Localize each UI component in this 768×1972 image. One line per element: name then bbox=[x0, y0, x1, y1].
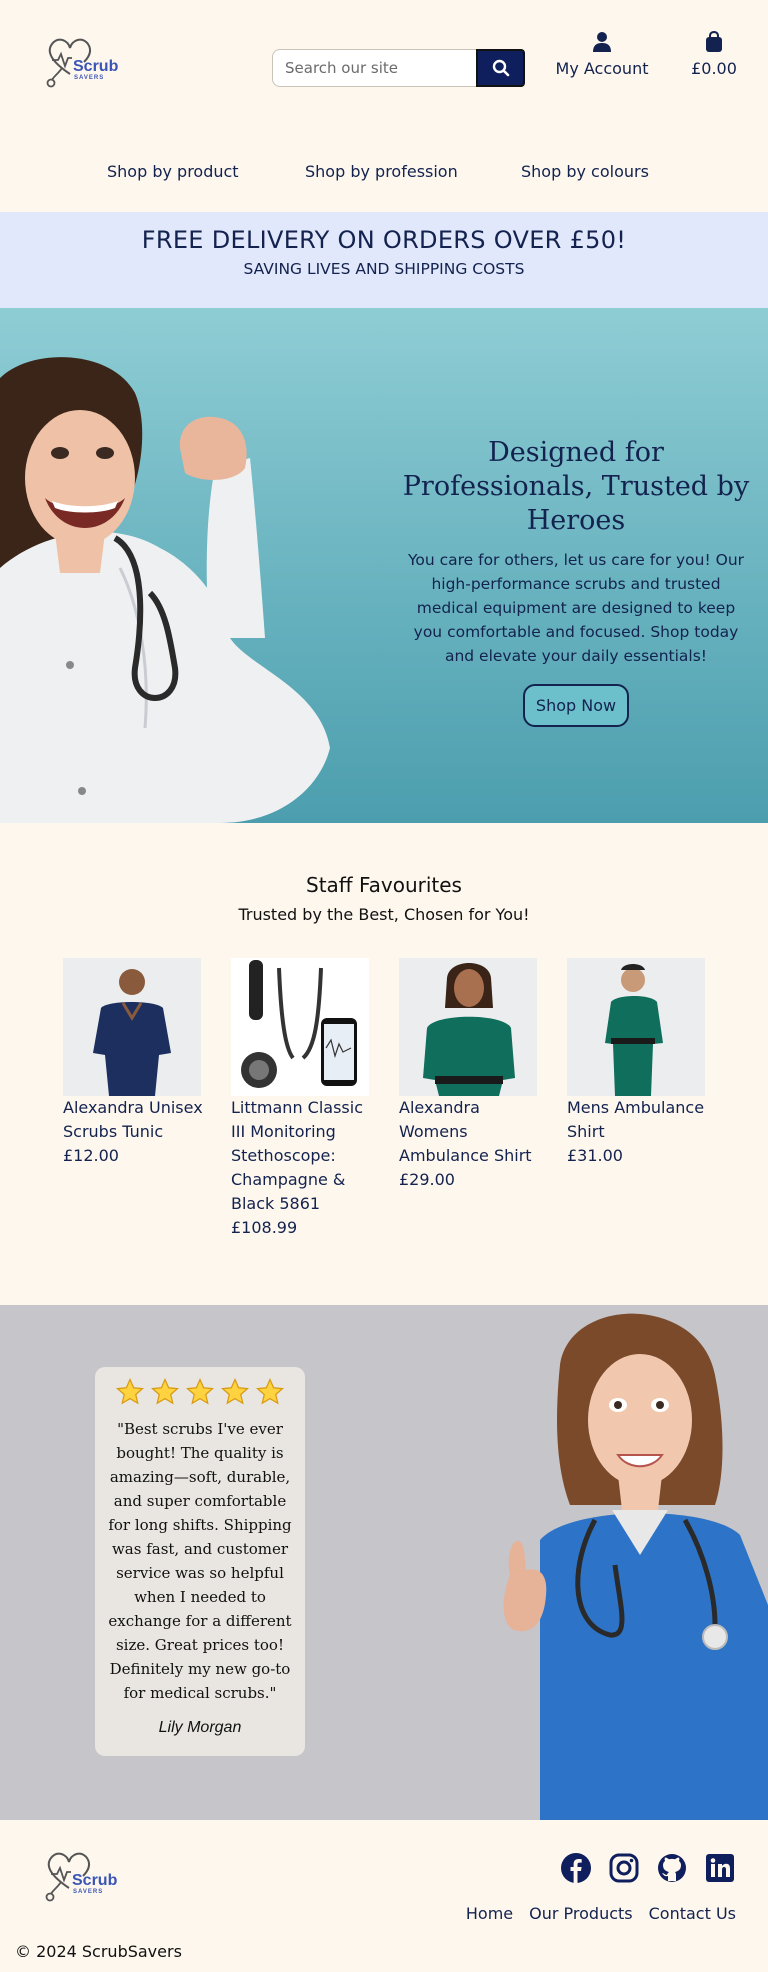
product-image-mens-shirt bbox=[567, 958, 705, 1096]
product-card[interactable]: Mens Ambulance Shirt £31.00 bbox=[567, 958, 707, 1168]
logo-subtext: SAVERS bbox=[74, 75, 105, 81]
shopping-bag-icon bbox=[688, 30, 740, 55]
product-price: £12.00 bbox=[63, 1146, 119, 1165]
testimonial-author: Lily Morgan bbox=[158, 1719, 242, 1736]
hero-copy: Designed for Professionals, Trusted by H… bbox=[402, 436, 750, 727]
footer-link-contact-us[interactable]: Contact Us bbox=[649, 1904, 736, 1923]
banner-title: FREE DELIVERY ON ORDERS OVER £50! bbox=[141, 226, 627, 254]
star-icon bbox=[185, 1377, 215, 1405]
cart-total: £0.00 bbox=[691, 59, 737, 78]
my-account-label: My Account bbox=[555, 59, 649, 78]
product-card[interactable]: Alexandra Womens Ambulance Shirt £29.00 bbox=[399, 958, 539, 1192]
product-name: Littmann Classic III Monitoring Stethosc… bbox=[231, 1098, 363, 1213]
site-logo[interactable]: Scrub SAVERS bbox=[44, 34, 124, 90]
hero-section: Designed for Professionals, Trusted by H… bbox=[0, 308, 768, 823]
search-button[interactable] bbox=[476, 49, 525, 87]
search-bar bbox=[272, 49, 525, 87]
product-price: £31.00 bbox=[567, 1146, 623, 1165]
user-icon bbox=[552, 31, 652, 55]
product-image-stethoscope bbox=[231, 958, 369, 1096]
product-price: £29.00 bbox=[399, 1170, 455, 1189]
favourites-title: Staff Favourites bbox=[306, 873, 462, 897]
testimonial-section: "Best scrubs I've ever bought! The quali… bbox=[0, 1305, 768, 1820]
star-icon bbox=[150, 1377, 180, 1405]
linkedin-icon[interactable] bbox=[705, 1853, 735, 1883]
banner-subtitle: SAVING LIVES AND SHIPPING COSTS bbox=[243, 260, 525, 278]
footer-link-home[interactable]: Home bbox=[466, 1904, 513, 1923]
hero-title: Designed for Professionals, Trusted by H… bbox=[402, 437, 750, 536]
star-icon bbox=[220, 1377, 250, 1405]
nav-item-shop-by-product[interactable]: Shop by product bbox=[107, 162, 239, 181]
product-name: Alexandra Unisex Scrubs Tunic bbox=[63, 1098, 203, 1141]
github-icon[interactable] bbox=[657, 1853, 687, 1883]
testimonial-card: "Best scrubs I've ever bought! The quali… bbox=[95, 1367, 305, 1756]
my-account-link[interactable]: My Account bbox=[552, 31, 652, 78]
testimonial-nurse-image bbox=[503, 1313, 768, 1820]
instagram-icon[interactable] bbox=[609, 1853, 639, 1883]
rating-stars bbox=[107, 1377, 293, 1407]
social-links bbox=[561, 1853, 735, 1883]
logo-text: Scrub bbox=[72, 1872, 118, 1889]
logo-subtext: SAVERS bbox=[73, 1889, 104, 1895]
hero-doctor-image bbox=[0, 357, 330, 823]
product-card[interactable]: Alexandra Unisex Scrubs Tunic £12.00 bbox=[63, 958, 203, 1168]
product-price: £108.99 bbox=[231, 1218, 298, 1237]
facebook-icon[interactable] bbox=[561, 1853, 591, 1883]
star-icon bbox=[255, 1377, 285, 1405]
site-footer: Scrub SAVERS Home Our Products Contact U… bbox=[0, 1820, 768, 1971]
product-card[interactable]: Littmann Classic III Monitoring Stethosc… bbox=[231, 958, 371, 1240]
cart-link[interactable]: £0.00 bbox=[688, 30, 740, 78]
logo-text: Scrub bbox=[73, 58, 119, 75]
product-name: Mens Ambulance Shirt bbox=[567, 1098, 705, 1141]
footer-nav: Home Our Products Contact Us bbox=[466, 1904, 736, 1923]
staff-favourites-section: Staff Favourites Trusted by the Best, Ch… bbox=[0, 823, 768, 1305]
search-icon bbox=[492, 59, 509, 77]
product-image-scrubs-tunic bbox=[63, 958, 201, 1096]
nav-item-shop-by-colours[interactable]: Shop by colours bbox=[521, 162, 649, 181]
hero-body: You care for others, let us care for you… bbox=[407, 551, 745, 665]
star-icon bbox=[115, 1377, 145, 1405]
delivery-banner: FREE DELIVERY ON ORDERS OVER £50! SAVING… bbox=[0, 212, 768, 308]
footer-link-our-products[interactable]: Our Products bbox=[529, 1904, 632, 1923]
site-header: Scrub SAVERS My Account £0.00 bbox=[0, 0, 768, 212]
shop-now-button[interactable]: Shop Now bbox=[522, 684, 630, 727]
footer-logo[interactable]: Scrub SAVERS bbox=[43, 1848, 123, 1904]
nav-item-shop-by-profession[interactable]: Shop by profession bbox=[305, 162, 458, 181]
search-input[interactable] bbox=[272, 49, 476, 87]
favourites-subtitle: Trusted by the Best, Chosen for You! bbox=[238, 905, 530, 924]
product-name: Alexandra Womens Ambulance Shirt bbox=[399, 1098, 532, 1165]
copyright: © 2024 ScrubSavers bbox=[15, 1942, 182, 1961]
product-image-womens-shirt bbox=[399, 958, 537, 1096]
testimonial-quote: "Best scrubs I've ever bought! The quali… bbox=[108, 1420, 292, 1702]
